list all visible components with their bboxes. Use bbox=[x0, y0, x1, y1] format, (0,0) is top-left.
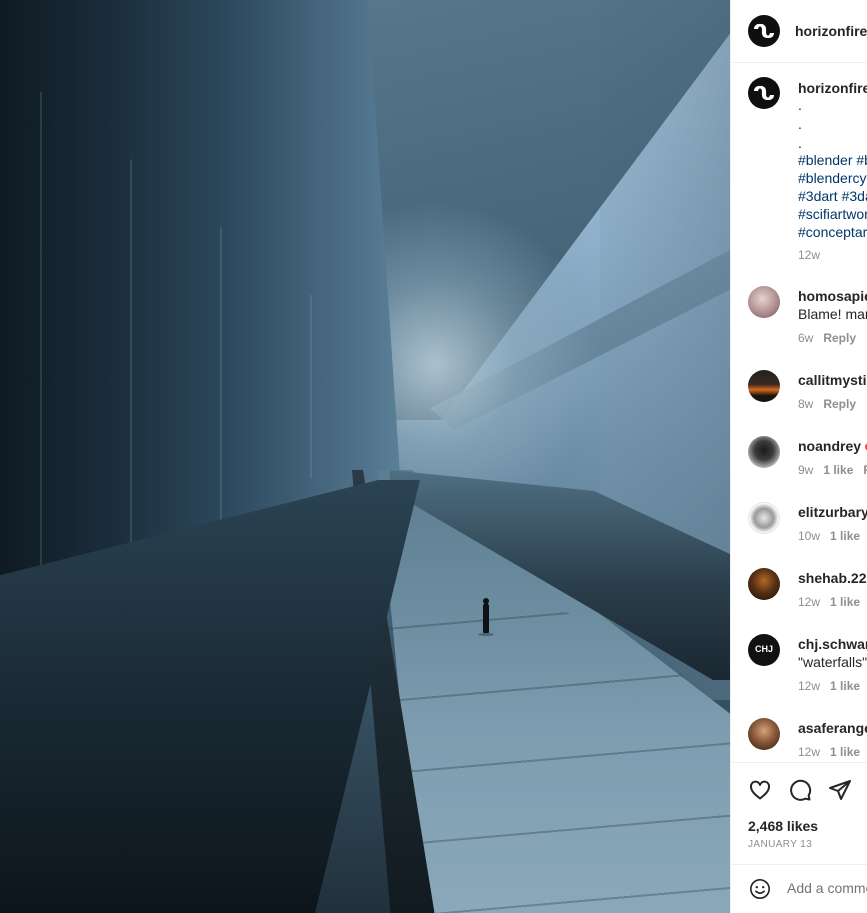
header-username[interactable]: horizonfire bbox=[795, 23, 867, 39]
like-count[interactable]: 2,468 likes bbox=[748, 818, 818, 834]
caption-dot: . bbox=[798, 116, 802, 132]
comment-like-count[interactable]: 1 like bbox=[830, 745, 860, 759]
add-comment-input[interactable] bbox=[787, 880, 867, 896]
caption-hashtags[interactable]: #scifiartwor bbox=[798, 206, 867, 222]
comment-meta: 12w 1 like bbox=[798, 679, 860, 693]
caption-dot: . bbox=[798, 135, 802, 151]
comment-username[interactable]: elitzurbarye bbox=[798, 504, 867, 520]
commenter-avatar[interactable] bbox=[748, 370, 780, 402]
comment-username-text[interactable]: noandrey bbox=[798, 438, 861, 454]
comment-username[interactable]: chj.schwarz bbox=[798, 636, 867, 652]
comment-username[interactable]: homosapie bbox=[798, 288, 867, 304]
comment-meta: 9w 1 like R bbox=[798, 463, 867, 477]
heart-icon[interactable] bbox=[748, 778, 772, 802]
image-figure-shadow bbox=[478, 633, 494, 636]
comment-username[interactable]: shehab.225 bbox=[798, 570, 867, 586]
comment-time: 12w bbox=[798, 679, 821, 693]
commenter-avatar[interactable] bbox=[748, 718, 780, 750]
caption-hashtags[interactable]: #blender #b bbox=[798, 152, 867, 168]
post-side-panel: horizonfire horizonfire . . . #blender #… bbox=[730, 0, 867, 913]
comment-username[interactable]: noandrey bbox=[798, 438, 867, 454]
comment-meta: 6w Reply bbox=[798, 331, 856, 345]
comment-meta: 12w 1 like bbox=[798, 745, 860, 759]
comment-meta: 8w Reply bbox=[798, 397, 856, 411]
post-image[interactable] bbox=[0, 0, 730, 913]
caption-hashtags[interactable]: #conceptar bbox=[798, 224, 867, 240]
caption-hashtags[interactable]: #blendercyc bbox=[798, 170, 867, 186]
comment-meta: 12w 1 like bbox=[798, 595, 860, 609]
paper-plane-icon[interactable] bbox=[828, 778, 852, 802]
comment-time: 8w bbox=[798, 397, 814, 411]
commenter-avatar[interactable] bbox=[748, 286, 780, 318]
comment-username[interactable]: callitmystic bbox=[798, 372, 867, 388]
comment-text: Blame! man bbox=[798, 306, 867, 322]
reply-button[interactable]: Reply bbox=[823, 331, 856, 345]
caption-hashtags[interactable]: #3dart #3da bbox=[798, 188, 867, 204]
comment-like-count[interactable]: 1 like bbox=[830, 529, 860, 543]
caption-dot: . bbox=[798, 97, 802, 113]
comment-meta: 10w 1 like bbox=[798, 529, 860, 543]
commenter-avatar[interactable] bbox=[748, 436, 780, 468]
comment-time: 9w bbox=[798, 463, 814, 477]
reply-button[interactable]: R bbox=[863, 463, 867, 477]
commenter-avatar[interactable]: CHJ bbox=[748, 634, 780, 666]
post-date[interactable]: JANUARY 13 bbox=[748, 839, 812, 850]
comment-bubble-icon[interactable] bbox=[788, 778, 812, 802]
smiley-icon[interactable] bbox=[749, 878, 771, 900]
comment-time: 12w bbox=[798, 745, 821, 759]
comment-time: 6w bbox=[798, 331, 814, 345]
commenter-avatar[interactable] bbox=[748, 502, 780, 534]
caption-time: 12w bbox=[798, 248, 821, 262]
post-header: horizonfire bbox=[731, 0, 867, 63]
comment-time: 10w bbox=[798, 529, 821, 543]
caption-username[interactable]: horizonfire bbox=[798, 80, 867, 96]
add-comment-bar bbox=[731, 864, 867, 913]
comment-time: 12w bbox=[798, 595, 821, 609]
comment-like-count[interactable]: 1 like bbox=[830, 679, 860, 693]
commenter-avatar[interactable] bbox=[748, 568, 780, 600]
comment-username[interactable]: asaferange bbox=[798, 720, 867, 736]
caption-avatar[interactable] bbox=[748, 77, 780, 109]
comment-text: "waterfalls" bbox=[798, 654, 867, 670]
reply-button[interactable]: Reply bbox=[823, 397, 856, 411]
image-walking-figure bbox=[483, 598, 489, 633]
comment-like-count[interactable]: 1 like bbox=[823, 463, 853, 477]
horizonfire-logo[interactable] bbox=[748, 15, 780, 47]
comment-like-count[interactable]: 1 like bbox=[830, 595, 860, 609]
